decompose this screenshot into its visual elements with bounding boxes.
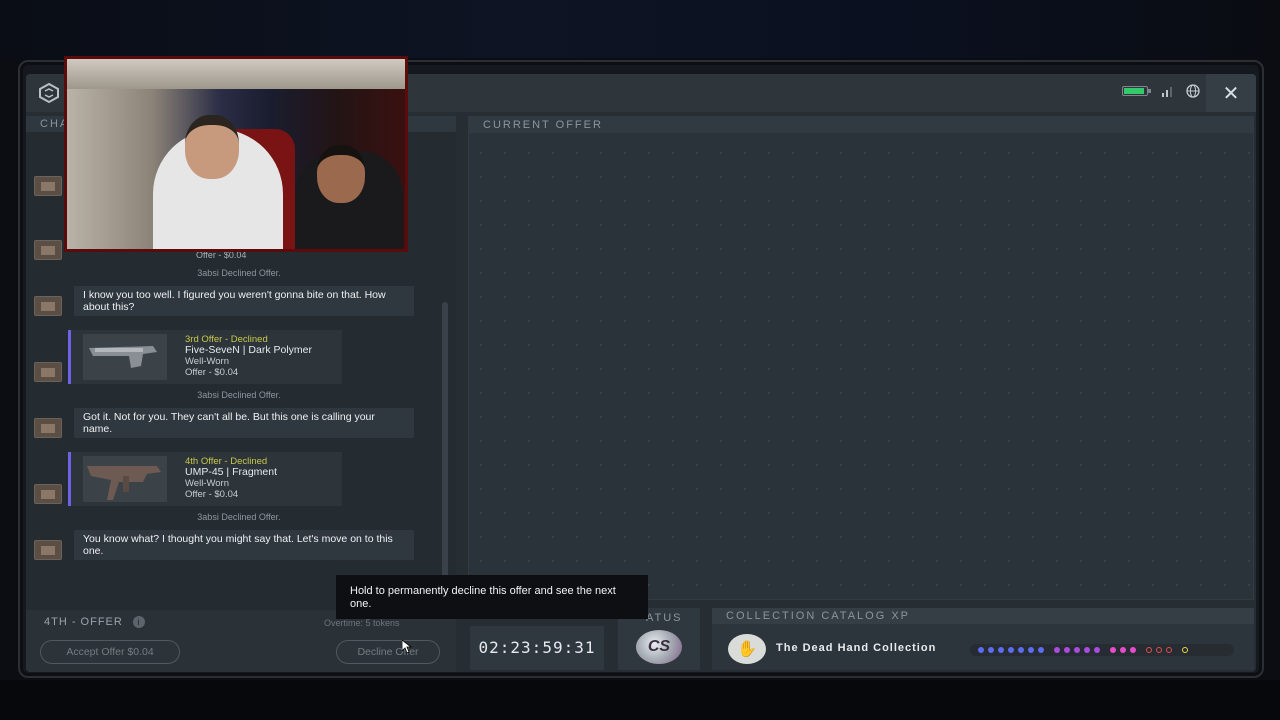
battery-icon — [1122, 86, 1151, 96]
xp-dot — [988, 647, 994, 653]
close-button[interactable]: ✕ — [1206, 74, 1256, 112]
xp-dots — [978, 647, 1192, 653]
xp-dot — [1028, 647, 1034, 653]
offer-item-price: Offer - $0.04 — [185, 489, 239, 500]
weapon-thumbnail — [83, 334, 167, 380]
avatar — [34, 418, 62, 438]
declined-notice: 3absi Declined Offer. — [197, 512, 281, 522]
cs-badge-icon: CS — [636, 630, 682, 664]
avatar — [34, 296, 62, 316]
xp-dot — [1146, 647, 1152, 653]
xp-dot — [1084, 647, 1090, 653]
offer-item-name: UMP-45 | Fragment — [185, 466, 278, 478]
cs-logo-icon — [39, 82, 59, 104]
webcam-overlay — [64, 56, 408, 252]
xp-dot — [1008, 647, 1014, 653]
pistol-icon — [89, 346, 157, 368]
close-icon: ✕ — [1222, 82, 1240, 105]
offer-item-name: Five-SeveN | Dark Polymer — [185, 344, 313, 356]
countdown-timer: 02:23:59:31 — [478, 638, 596, 657]
xp-dot — [1054, 647, 1060, 653]
offer-item-wear: Well-Worn — [185, 356, 229, 367]
chat-footer: 4TH - OFFER i Overtime: 5 tokens Accept … — [26, 610, 456, 672]
offer-count-label: 4TH - OFFER — [44, 616, 123, 628]
offer-card[interactable]: 4th Offer - Declined UMP-45 | Fragment W… — [68, 452, 342, 506]
offer-item-price: Offer - $0.04 — [185, 367, 239, 378]
current-offer-header: CURRENT OFFER — [469, 117, 1253, 133]
xp-dot — [1182, 647, 1188, 653]
xp-progress-track — [970, 644, 1234, 656]
weapon-thumbnail — [83, 456, 167, 502]
offer-item-wear: Well-Worn — [185, 478, 229, 489]
xp-dot — [1074, 647, 1080, 653]
xp-dot — [1038, 647, 1044, 653]
avatar — [34, 362, 62, 382]
avatar — [34, 240, 62, 260]
collection-catalog: COLLECTION CATALOG XP ✋ The Dead Hand Co… — [712, 608, 1254, 670]
collection-name: The Dead Hand Collection — [776, 642, 937, 654]
avatar — [34, 176, 62, 196]
xp-dot — [998, 647, 1004, 653]
avatar — [34, 484, 62, 504]
avatar — [34, 540, 62, 560]
stream-background-bottom — [0, 680, 1280, 720]
decline-offer-button[interactable]: Decline Offer — [336, 640, 440, 664]
chat-bubble: Got it. Not for you. They can't all be. … — [74, 408, 414, 438]
smg-icon — [87, 466, 161, 500]
current-offer-panel: CURRENT OFFER — [468, 116, 1254, 600]
dead-hand-icon: ✋ — [728, 634, 766, 664]
globe-icon[interactable] — [1186, 84, 1200, 98]
declined-notice: 3absi Declined Offer. — [197, 390, 281, 400]
info-icon[interactable]: i — [132, 616, 145, 629]
declined-notice: 3absi Declined Offer. — [197, 268, 281, 278]
xp-dot — [1064, 647, 1070, 653]
offer-count: 4TH - OFFER i — [44, 616, 145, 629]
xp-dot — [1094, 647, 1100, 653]
signal-icon — [1162, 85, 1172, 97]
xp-dot — [1110, 647, 1116, 653]
xp-dot — [1166, 647, 1172, 653]
offer-details: 3rd Offer - Declined Five-SeveN | Dark P… — [185, 334, 312, 378]
status-icons — [1122, 84, 1200, 98]
timer-box: 02:23:59:31 — [470, 626, 604, 670]
catalog-header: COLLECTION CATALOG XP — [712, 608, 1254, 624]
stream-background-top — [0, 0, 1280, 58]
chat-bubble: You know what? I thought you might say t… — [74, 530, 414, 560]
xp-dot — [978, 647, 984, 653]
xp-dot — [1130, 647, 1136, 653]
cs-badge-text: CS — [647, 638, 671, 655]
mouse-cursor-icon — [402, 640, 412, 654]
chat-bubble: I know you too well. I figured you weren… — [74, 286, 414, 316]
offer-details: 4th Offer - Declined UMP-45 | Fragment W… — [185, 456, 277, 500]
accept-offer-button[interactable]: Accept Offer $0.04 — [40, 640, 180, 664]
offer-card[interactable]: 3rd Offer - Declined Five-SeveN | Dark P… — [68, 330, 342, 384]
xp-dot — [1018, 647, 1024, 653]
status-label: ATUS — [646, 612, 683, 624]
overtime-text: Overtime: 5 tokens — [324, 618, 400, 628]
decline-tooltip: Hold to permanently decline this offer a… — [336, 575, 648, 619]
xp-dot — [1156, 647, 1162, 653]
xp-dot — [1120, 647, 1126, 653]
